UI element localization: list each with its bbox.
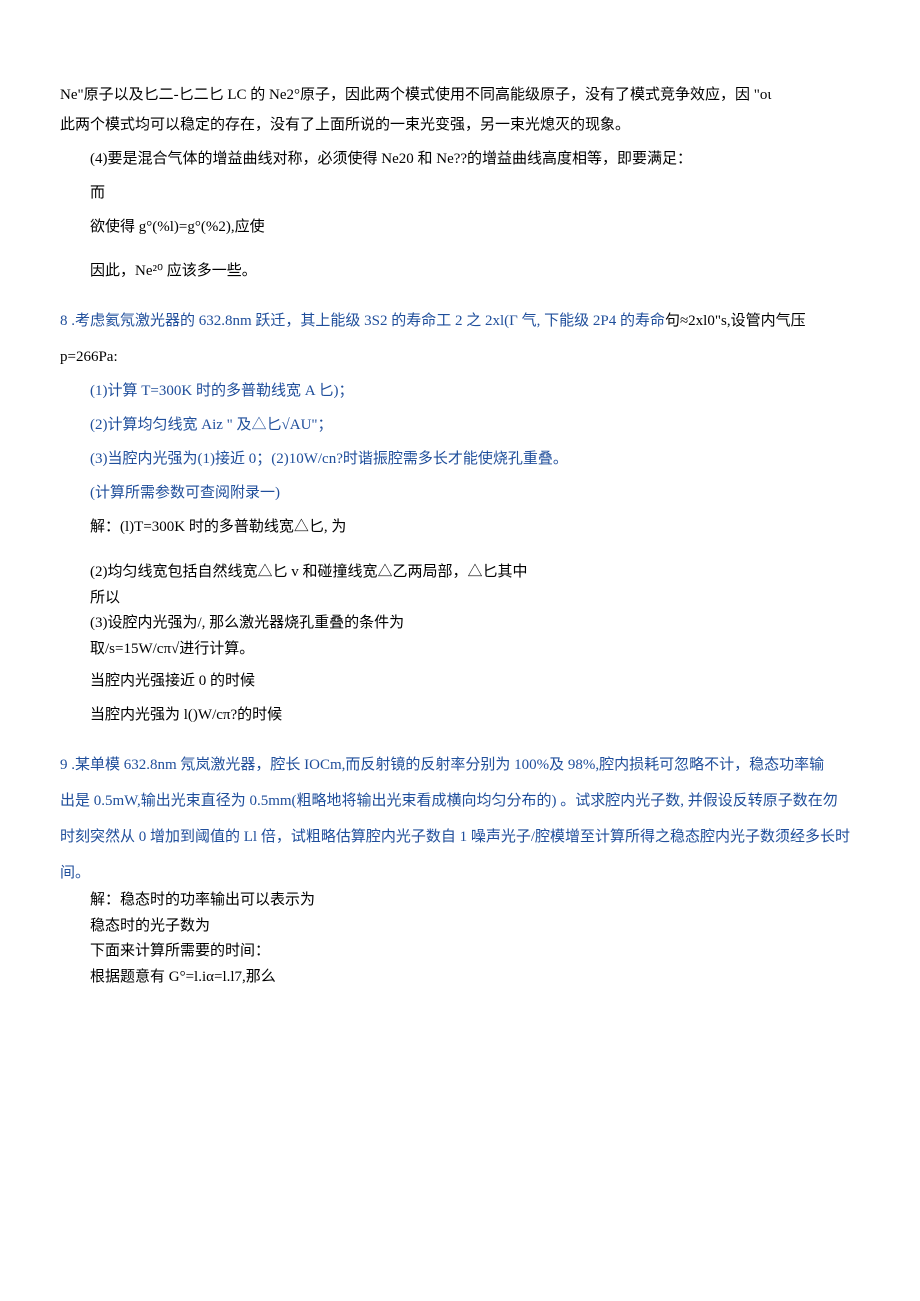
paragraph-line: 出是 0.5mW,输出光束直径为 0.5mm(粗略地将输出光束看成横向均匀分布的… [60,786,860,816]
text-content: 句≈2xl0"s,设管内气压 [665,313,806,329]
text-content: 解：稳态时的功率输出可以表示为 [90,892,315,908]
question-subitem: (1)计算 T=300K 时的多普勒线宽 A 匕)； [60,376,860,406]
question-8: 8 .考虑氦氖激光器的 632.8nm 跃迁，其上能级 3S2 的寿命工 2 之… [60,306,860,336]
paragraph-line: Ne"原子以及匕二-匕二匕 LC 的 Ne2°原子，因此两个模式使用不同高能级原… [60,80,860,110]
text-content: Ne"原子以及匕二-匕二匕 LC 的 Ne2°原子，因此两个模式使用不同高能级原… [60,87,771,103]
text-content: (3)设腔内光强为/, 那么激光器烧孔重叠的条件为 [90,615,404,631]
paragraph-line: 而 [60,178,860,208]
question-number: 8 [60,313,68,329]
paragraph-line: 此两个模式均可以稳定的存在，没有了上面所说的一束光变强，另一束光熄灭的现象。 [60,110,860,140]
text-content: (4)要是混合气体的增益曲线对称，必须使得 Ne20 和 Ne??的增益曲线高度… [90,151,692,167]
document-page: Ne"原子以及匕二-匕二匕 LC 的 Ne2°原子，因此两个模式使用不同高能级原… [0,0,920,1050]
text-content: p=266Pa: [60,349,118,365]
text-content: (计算所需参数可查阅附录一) [90,485,280,501]
text-content: (1)计算 T=300K 时的多普勒线宽 A 匕)； [90,383,353,399]
text-content: 出是 0.5mW,输出光束直径为 0.5mm(粗略地将输出光束看成横向均匀分布的… [60,793,838,809]
spacer [60,546,860,560]
question-subitem: (计算所需参数可查阅附录一) [60,478,860,508]
question-subitem: (3)当腔内光强为(1)接近 0；(2)10W/cn?时谐振腔需多长才能使烧孔重… [60,444,860,474]
solution-line: 下面来计算所需要的时间： [60,939,860,965]
paragraph-line: 因此，Ne²⁰ 应该多一些。 [60,256,860,286]
text-content: .某单模 632.8nm 氖岚激光器，腔长 IOCm,而反射镜的反射率分别为 1… [68,757,825,773]
text-content: 所以 [90,590,120,606]
solution-line: 解：稳态时的功率输出可以表示为 [60,888,860,914]
solution-line: 取/s=15W/cπ√进行计算。 [60,637,860,663]
solution-line: (3)设腔内光强为/, 那么激光器烧孔重叠的条件为 [60,611,860,637]
text-content: 欲使得 g°(%l)=g°(%2),应使 [90,219,265,235]
text-content: 稳态时的光子数为 [90,918,210,934]
question-subitem: (2)计算均匀线宽 Aiz " 及△匕√AU"； [60,410,860,440]
paragraph-line: (4)要是混合气体的增益曲线对称，必须使得 Ne20 和 Ne??的增益曲线高度… [60,144,860,174]
question-9: 9 .某单模 632.8nm 氖岚激光器，腔长 IOCm,而反射镜的反射率分别为… [60,750,860,780]
text-content: (2)计算均匀线宽 Aiz " 及△匕√AU"； [90,417,333,433]
text-content: 间。 [60,865,90,881]
solution-line: 所以 [60,586,860,612]
text-content: (3)当腔内光强为(1)接近 0；(2)10W/cn?时谐振腔需多长才能使烧孔重… [90,451,568,467]
paragraph-line: 时刻突然从 0 增加到阈值的 Ll 倍，试粗略估算腔内光子数自 1 噪声光子/腔… [60,822,860,852]
solution-line: 当腔内光强为 l()W/cπ?的时候 [60,700,860,730]
spacer [60,290,860,296]
paragraph-line: p=266Pa: [60,342,860,372]
paragraph-line: 间。 [60,858,860,888]
text-content: .考虑氦氖激光器的 632.8nm 跃迁，其上能级 3S2 的寿命工 2 之 2… [68,313,665,329]
text-content: 下面来计算所需要的时间： [90,943,270,959]
solution-line: 稳态时的光子数为 [60,914,860,940]
solution-line: 当腔内光强接近 0 的时候 [60,666,860,696]
paragraph-line: 欲使得 g°(%l)=g°(%2),应使 [60,212,860,242]
text-content: 取/s=15W/cπ√进行计算。 [90,641,254,657]
text-content: 而 [90,185,105,201]
question-number: 9 [60,757,68,773]
spacer [60,246,860,252]
text-content: 当腔内光强接近 0 的时候 [90,673,255,689]
solution-line: (2)均匀线宽包括自然线宽△匕 v 和碰撞线宽△乙两局部，△匕其中 [60,560,860,586]
spacer [60,734,860,740]
text-content: 时刻突然从 0 增加到阈值的 Ll 倍，试粗略估算腔内光子数自 1 噪声光子/腔… [60,829,850,845]
text-content: 此两个模式均可以稳定的存在，没有了上面所说的一束光变强，另一束光熄灭的现象。 [60,117,630,133]
text-content: (2)均匀线宽包括自然线宽△匕 v 和碰撞线宽△乙两局部，△匕其中 [90,564,528,580]
solution-line: 根据题意有 G°=l.iα=l.l7,那么 [60,965,860,991]
solution-line: 解：(l)T=300K 时的多普勒线宽△匕, 为 [60,512,860,542]
text-content: 解：(l)T=300K 时的多普勒线宽△匕, 为 [90,519,346,535]
text-content: 因此，Ne²⁰ 应该多一些。 [90,263,257,279]
text-content: 当腔内光强为 l()W/cπ?的时候 [90,707,282,723]
text-content: 根据题意有 G°=l.iα=l.l7,那么 [90,969,276,985]
